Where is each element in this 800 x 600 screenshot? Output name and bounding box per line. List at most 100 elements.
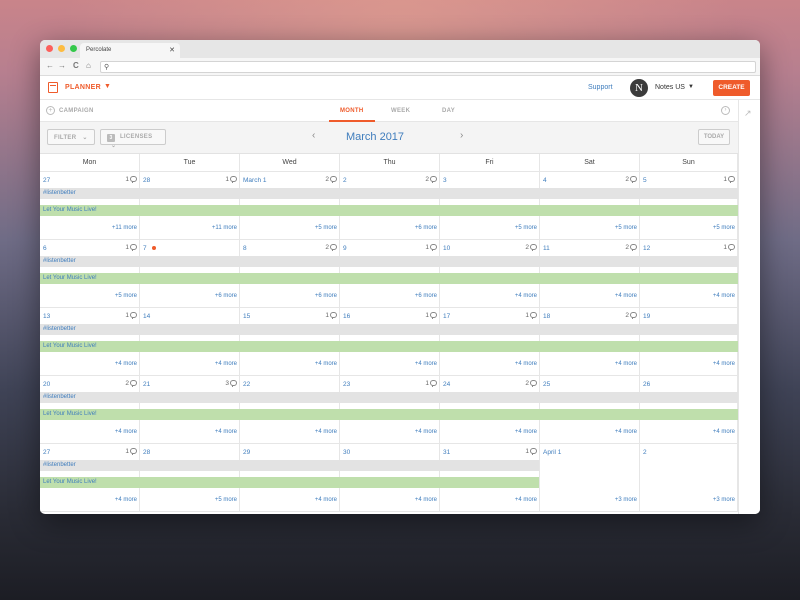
day-number[interactable]: 24 <box>443 381 450 388</box>
tab-day[interactable]: DAY <box>442 108 455 114</box>
more-link[interactable]: +4 more <box>713 361 735 367</box>
day-number[interactable]: 15 <box>243 313 250 320</box>
more-link[interactable]: +5 more <box>215 497 237 503</box>
support-link[interactable]: Support <box>588 84 613 91</box>
comment-icon[interactable] <box>230 380 237 387</box>
day-number[interactable]: 29 <box>243 449 250 456</box>
day-number[interactable]: 28 <box>143 449 150 456</box>
filter-button[interactable]: FILTER ⌄ <box>47 129 95 145</box>
campaign-bar-music[interactable]: Let Your Music Live! <box>40 477 539 488</box>
day-number[interactable]: 2 <box>643 449 647 456</box>
day-number[interactable]: 22 <box>243 381 250 388</box>
more-link[interactable]: +3 more <box>615 497 637 503</box>
comment-icon[interactable] <box>630 244 637 251</box>
comment-icon[interactable] <box>130 244 137 251</box>
day-number[interactable]: 8 <box>243 245 247 252</box>
back-icon[interactable]: ← <box>46 61 54 70</box>
comment-icon[interactable] <box>430 244 437 251</box>
trend-icon[interactable]: ↗ <box>744 108 752 119</box>
minimize-window-button[interactable] <box>58 45 65 52</box>
home-icon[interactable]: ⌂ <box>86 61 91 70</box>
more-link[interactable]: +4 more <box>215 361 237 367</box>
prev-month-icon[interactable]: ‹ <box>312 130 315 141</box>
chevron-down-icon[interactable]: ▼ <box>104 83 111 90</box>
campaign-bar-music[interactable]: Let Your Music Live! <box>40 205 738 216</box>
day-number[interactable]: 3 <box>443 177 447 184</box>
close-tab-icon[interactable]: ✕ <box>169 46 175 54</box>
more-link[interactable]: +4 more <box>615 293 637 299</box>
licenses-button[interactable]: 3 LICENSES ⌄ <box>100 129 166 149</box>
comment-icon[interactable] <box>130 176 137 183</box>
day-number[interactable]: 27 <box>43 177 50 184</box>
day-number[interactable]: 5 <box>643 177 647 184</box>
comment-icon[interactable] <box>130 448 137 455</box>
day-number[interactable]: 30 <box>343 449 350 456</box>
more-link[interactable]: +6 more <box>215 293 237 299</box>
comment-icon[interactable] <box>630 176 637 183</box>
more-link[interactable]: +4 more <box>415 361 437 367</box>
campaign-bar-music[interactable]: Let Your Music Live! <box>40 273 738 284</box>
planner-menu-label[interactable]: PLANNER <box>65 84 101 91</box>
more-link[interactable]: +4 more <box>515 361 537 367</box>
day-number[interactable]: 26 <box>643 381 650 388</box>
comment-icon[interactable] <box>630 312 637 319</box>
day-number[interactable]: 31 <box>443 449 450 456</box>
more-link[interactable]: +6 more <box>415 225 437 231</box>
campaign-bar-hashtag[interactable]: #listenbetter <box>40 256 738 267</box>
more-link[interactable]: +4 more <box>315 361 337 367</box>
more-link[interactable]: +6 more <box>415 293 437 299</box>
more-link[interactable]: +5 more <box>615 225 637 231</box>
day-number[interactable]: 20 <box>43 381 50 388</box>
day-number[interactable]: 2 <box>343 177 347 184</box>
more-link[interactable]: +4 more <box>615 429 637 435</box>
more-link[interactable]: +4 more <box>315 497 337 503</box>
browser-tab[interactable]: Percolate ✕ <box>80 43 180 58</box>
zoom-window-button[interactable] <box>70 45 77 52</box>
campaign-bar-music[interactable]: Let Your Music Live! <box>40 409 738 420</box>
day-number[interactable]: 9 <box>343 245 347 252</box>
today-button[interactable]: TODAY <box>698 129 730 145</box>
day-number[interactable]: 19 <box>643 313 650 320</box>
org-chevron-down-icon[interactable]: ▼ <box>688 84 694 90</box>
day-number[interactable]: 4 <box>543 177 547 184</box>
campaign-bar-hashtag[interactable]: #listenbetter <box>40 392 738 403</box>
comment-icon[interactable] <box>330 244 337 251</box>
comment-icon[interactable] <box>530 380 537 387</box>
campaign-button[interactable]: CAMPAIGN <box>59 108 94 114</box>
day-number[interactable]: 7 <box>143 245 147 252</box>
more-link[interactable]: +6 more <box>315 293 337 299</box>
comment-icon[interactable] <box>728 176 735 183</box>
more-link[interactable]: +11 more <box>112 225 137 231</box>
day-number[interactable]: 11 <box>543 245 550 252</box>
comment-icon[interactable] <box>430 176 437 183</box>
day-number[interactable]: 17 <box>443 313 450 320</box>
more-link[interactable]: +5 more <box>115 293 137 299</box>
more-link[interactable]: +4 more <box>415 497 437 503</box>
more-link[interactable]: +4 more <box>515 293 537 299</box>
more-link[interactable]: +4 more <box>713 429 735 435</box>
day-number[interactable]: March 1 <box>243 177 266 184</box>
next-month-icon[interactable]: › <box>460 130 463 141</box>
comment-icon[interactable] <box>530 448 537 455</box>
more-link[interactable]: +5 more <box>713 225 735 231</box>
reload-icon[interactable]: C <box>73 61 79 70</box>
day-number[interactable]: 12 <box>643 245 650 252</box>
more-link[interactable]: +4 more <box>115 497 137 503</box>
more-link[interactable]: +5 more <box>515 225 537 231</box>
campaign-bar-hashtag[interactable]: #listenbetter <box>40 460 539 471</box>
create-button[interactable]: CREATE <box>713 80 750 96</box>
forward-icon[interactable]: → <box>58 61 66 70</box>
day-number[interactable]: 16 <box>343 313 350 320</box>
org-name[interactable]: Notes US <box>655 84 685 91</box>
day-number[interactable]: April 1 <box>543 449 561 456</box>
day-number[interactable]: 25 <box>543 381 550 388</box>
comment-icon[interactable] <box>130 312 137 319</box>
campaign-bar-hashtag[interactable]: #listenbetter <box>40 324 738 335</box>
comment-icon[interactable] <box>230 176 237 183</box>
comment-icon[interactable] <box>330 176 337 183</box>
more-link[interactable]: +4 more <box>713 293 735 299</box>
more-link[interactable]: +4 more <box>215 429 237 435</box>
day-number[interactable]: 14 <box>143 313 150 320</box>
day-number[interactable]: 23 <box>343 381 350 388</box>
campaign-bar-hashtag[interactable]: #listenbetter <box>40 188 738 199</box>
